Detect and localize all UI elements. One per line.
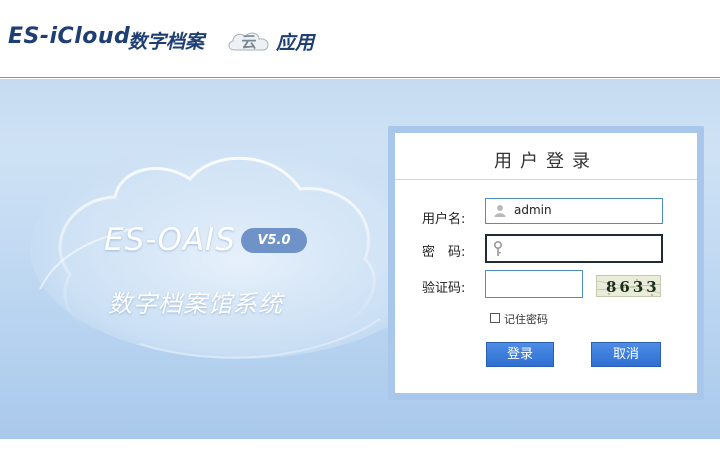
- brand-title-en: ES-iCloud: [8, 24, 131, 49]
- password-input[interactable]: [485, 234, 663, 263]
- brand-title-app: 应用: [276, 32, 315, 54]
- login-panel: 用户登录 用户名: admin 密 码: 验证码: 8633 记住密码 登录 取…: [395, 133, 697, 393]
- cloud-badge-text: 云: [241, 33, 257, 51]
- captcha-input[interactable]: [485, 270, 583, 298]
- cloud-badge: 云: [226, 28, 272, 54]
- captcha-code: 8633: [606, 278, 660, 296]
- login-title: 用户登录: [494, 151, 598, 172]
- user-icon: [494, 205, 506, 217]
- password-label: 密 码:: [422, 245, 466, 260]
- captcha-label: 验证码:: [422, 281, 466, 296]
- key-icon: [494, 241, 502, 256]
- brand-title-cn: 数字档案: [128, 31, 205, 53]
- version-badge: V5.0: [241, 228, 307, 253]
- remember-checkbox[interactable]: [490, 313, 500, 323]
- login-button[interactable]: 登录: [486, 342, 554, 367]
- login-page: ES-iCloud 数字档案 云 应用 ES-OAIS V5.0 数字档案馆系统…: [0, 0, 720, 450]
- footer-strip: [0, 439, 720, 450]
- captcha-image[interactable]: 8633: [596, 275, 661, 297]
- product-name-cn: 数字档案馆系统: [108, 290, 283, 318]
- top-header: ES-iCloud 数字档案 云 应用: [0, 0, 720, 78]
- remember-label: 记住密码: [504, 313, 548, 326]
- username-label: 用户名:: [422, 212, 466, 227]
- product-name: ES-OAIS: [104, 222, 236, 258]
- username-input[interactable]: admin: [485, 198, 663, 224]
- username-value: admin: [514, 203, 552, 217]
- cancel-button[interactable]: 取消: [591, 342, 661, 367]
- title-divider: [395, 179, 697, 180]
